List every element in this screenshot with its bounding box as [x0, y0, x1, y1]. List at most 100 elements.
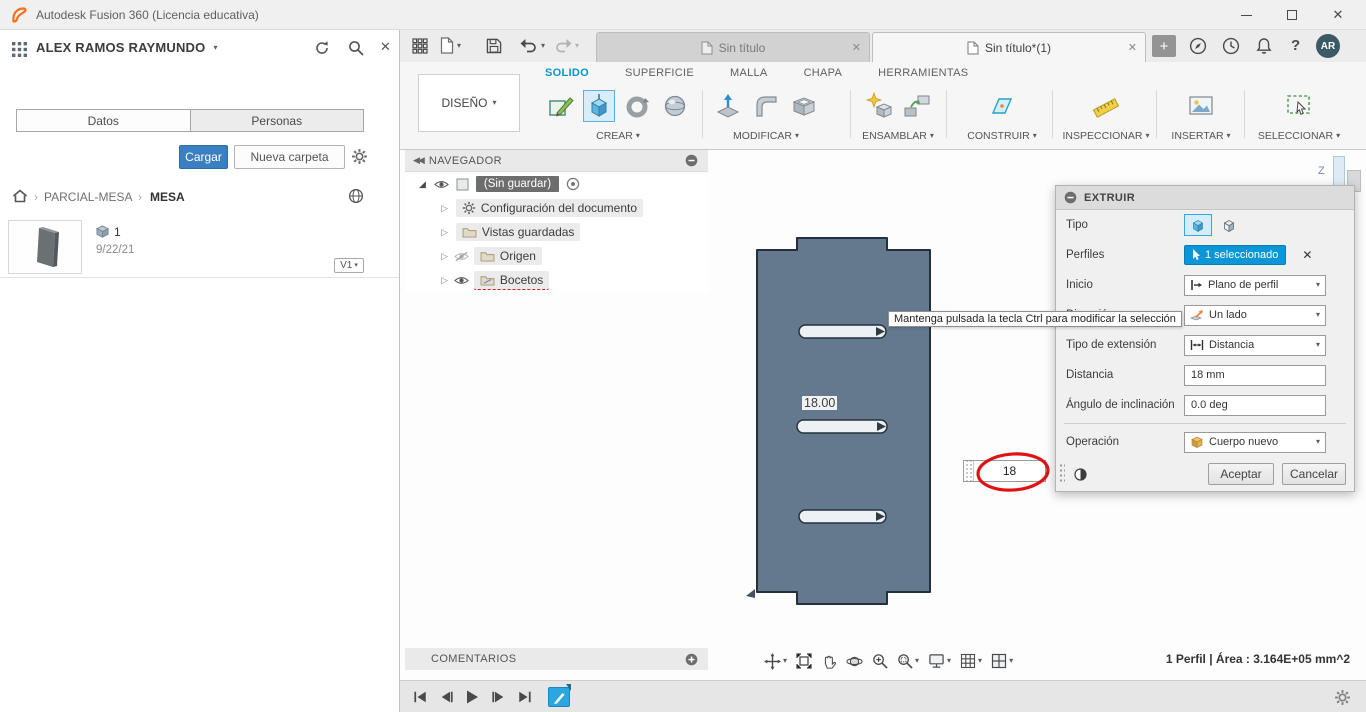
data-panel-settings-gear-icon[interactable] — [351, 148, 368, 165]
nav-zoom-window-button[interactable]: ▾ — [897, 653, 919, 669]
nav-pan-button[interactable] — [821, 653, 837, 669]
nav-fit-button[interactable] — [796, 653, 812, 669]
extruded-profile-shape[interactable] — [700, 228, 940, 610]
measure-tool[interactable] — [1090, 90, 1122, 122]
collapsed-triangle-icon[interactable]: ▷ — [441, 203, 448, 214]
fillet-tool[interactable] — [750, 90, 782, 122]
project-item-row[interactable]: 1 9/22/21 V1 ▾ — [0, 216, 399, 278]
group-dropdown-inspeccionar[interactable]: INSPECCIONAR ▾ — [1063, 130, 1150, 142]
revolve-tool[interactable] — [621, 90, 653, 122]
select-tool[interactable] — [1283, 90, 1315, 122]
ribbon-tab-herramientas[interactable]: HERRAMIENTAS — [878, 67, 968, 79]
upload-button[interactable]: Cargar — [179, 145, 228, 169]
notifications-bell-icon[interactable] — [1255, 37, 1273, 55]
user-avatar[interactable]: AR — [1316, 34, 1340, 58]
refresh-icon[interactable] — [314, 40, 330, 56]
group-dropdown-seleccionar[interactable]: SELECCIONAR ▾ — [1258, 130, 1340, 142]
skip-to-start-button[interactable] — [408, 685, 432, 709]
group-dropdown-ensamblar[interactable]: ENSAMBLAR ▾ — [862, 130, 934, 142]
nav-display-settings-button[interactable]: ▾ — [928, 653, 951, 669]
tree-row-sketches[interactable]: ▷ Bocetos — [405, 268, 708, 292]
extent-type-dropdown[interactable]: Distancia ▾ — [1184, 334, 1326, 356]
design-workspace-menu[interactable]: DISEÑO ▾ — [418, 74, 520, 132]
timeline-settings-gear-icon[interactable] — [1334, 689, 1351, 706]
tree-row-origin[interactable]: ▷ Origen — [405, 244, 708, 268]
joint-tool[interactable] — [901, 90, 933, 122]
start-dropdown[interactable]: Plano de perfil ▾ — [1184, 274, 1326, 296]
home-icon[interactable] — [12, 188, 28, 204]
cancel-button[interactable]: Cancelar — [1282, 463, 1346, 485]
globe-icon[interactable] — [348, 188, 364, 204]
apps-grid-icon[interactable] — [12, 42, 27, 57]
tab-close-icon[interactable]: ✕ — [1128, 41, 1137, 54]
timeline-sketch-feature[interactable] — [548, 684, 571, 707]
tab-personas[interactable]: Personas — [190, 109, 364, 132]
extrude-type-solid-icon[interactable] — [1184, 214, 1212, 236]
operation-dropdown[interactable]: Cuerpo nuevo ▾ — [1184, 431, 1326, 453]
expand-triangle-icon[interactable]: ◢ — [419, 179, 426, 190]
collapsed-triangle-icon[interactable]: ▷ — [441, 275, 448, 286]
distance-input[interactable]: 18 mm — [1184, 364, 1326, 386]
step-forward-button[interactable] — [486, 685, 510, 709]
collapsed-triangle-icon[interactable]: ▷ — [441, 251, 448, 262]
insert-tool[interactable] — [1185, 90, 1217, 122]
step-back-button[interactable] — [434, 685, 458, 709]
maximize-button[interactable] — [1272, 1, 1312, 29]
job-status-clock-icon[interactable] — [1222, 37, 1240, 55]
create-form-tool[interactable] — [659, 90, 691, 122]
group-dropdown-crear[interactable]: CREAR ▾ — [596, 130, 640, 142]
profiles-selected-chip[interactable]: 1 seleccionado — [1184, 245, 1287, 265]
minimize-button[interactable] — [1226, 1, 1266, 29]
close-panel-icon[interactable]: ✕ — [380, 39, 391, 55]
group-dropdown-construir[interactable]: CONSTRUIR ▾ — [967, 130, 1036, 142]
tree-row-root[interactable]: ◢ (Sin guardar) — [405, 172, 708, 196]
version-dropdown[interactable]: V1 ▾ — [334, 258, 364, 273]
tree-row-document-settings[interactable]: ▷ Configuración del documento — [405, 196, 708, 220]
undo-button[interactable]: ▾ — [520, 38, 545, 53]
extrude-tool[interactable] — [583, 90, 615, 122]
play-button[interactable] — [460, 685, 484, 709]
group-dropdown-insertar[interactable]: INSERTAR ▾ — [1171, 130, 1230, 142]
document-tab-active[interactable]: Sin título*(1) ✕ — [872, 32, 1146, 62]
group-dropdown-modificar[interactable]: MODIFICAR ▾ — [733, 130, 799, 142]
tab-datos[interactable]: Datos — [16, 109, 191, 132]
file-menu-button[interactable]: ▾ — [440, 37, 461, 54]
ok-button[interactable]: Aceptar — [1208, 463, 1274, 485]
direction-dropdown[interactable]: Un lado ▾ — [1184, 304, 1326, 326]
visibility-off-eye-icon[interactable] — [454, 251, 469, 262]
breadcrumb-parent[interactable]: PARCIAL-MESA — [44, 190, 132, 204]
tab-close-icon[interactable]: ✕ — [852, 41, 861, 54]
expand-comments-icon[interactable] — [685, 653, 698, 666]
crescent-icon[interactable] — [1074, 467, 1087, 481]
taper-angle-input[interactable]: 0.0 deg — [1184, 394, 1326, 416]
collapse-panel-icon[interactable]: ◀◀ — [413, 155, 425, 166]
create-sketch-tool[interactable] — [545, 90, 577, 122]
new-document-tab-button[interactable]: + — [1152, 35, 1176, 57]
search-icon[interactable] — [348, 40, 364, 56]
collapse-dialog-icon[interactable] — [1064, 191, 1077, 204]
redo-button[interactable]: ▾ — [554, 38, 579, 53]
save-icon[interactable] — [486, 38, 502, 54]
dialog-drag-dots[interactable] — [1059, 463, 1065, 483]
nav-orbit-button[interactable] — [846, 653, 863, 670]
close-button[interactable]: ✕ — [1318, 1, 1358, 29]
press-pull-tool[interactable] — [712, 90, 744, 122]
user-menu[interactable]: ALEX RAMOS RAYMUNDO ▾ — [36, 40, 217, 55]
construction-plane-tool[interactable] — [986, 90, 1018, 122]
ribbon-tab-solido[interactable]: SOLIDO — [545, 67, 589, 79]
visibility-eye-icon[interactable] — [434, 179, 449, 190]
minimize-panel-icon[interactable] — [685, 154, 698, 167]
activate-radio-icon[interactable] — [566, 177, 580, 191]
extrude-type-thin-icon[interactable] — [1216, 214, 1242, 236]
new-component-tool[interactable] — [863, 90, 895, 122]
help-icon[interactable]: ? — [1291, 37, 1300, 54]
nav-zoom-button[interactable] — [872, 653, 888, 669]
extrude-dialog-header[interactable]: EXTRUIR — [1056, 186, 1354, 210]
shell-tool[interactable] — [788, 90, 820, 122]
ribbon-tab-chapa[interactable]: CHAPA — [804, 67, 843, 79]
ribbon-tab-malla[interactable]: MALLA — [730, 67, 768, 79]
skip-to-end-button[interactable] — [512, 685, 536, 709]
data-panel-toggle-icon[interactable] — [412, 38, 428, 54]
ribbon-tab-superficie[interactable]: SUPERFICIE — [625, 67, 694, 79]
tree-row-named-views[interactable]: ▷ Vistas guardadas — [405, 220, 708, 244]
